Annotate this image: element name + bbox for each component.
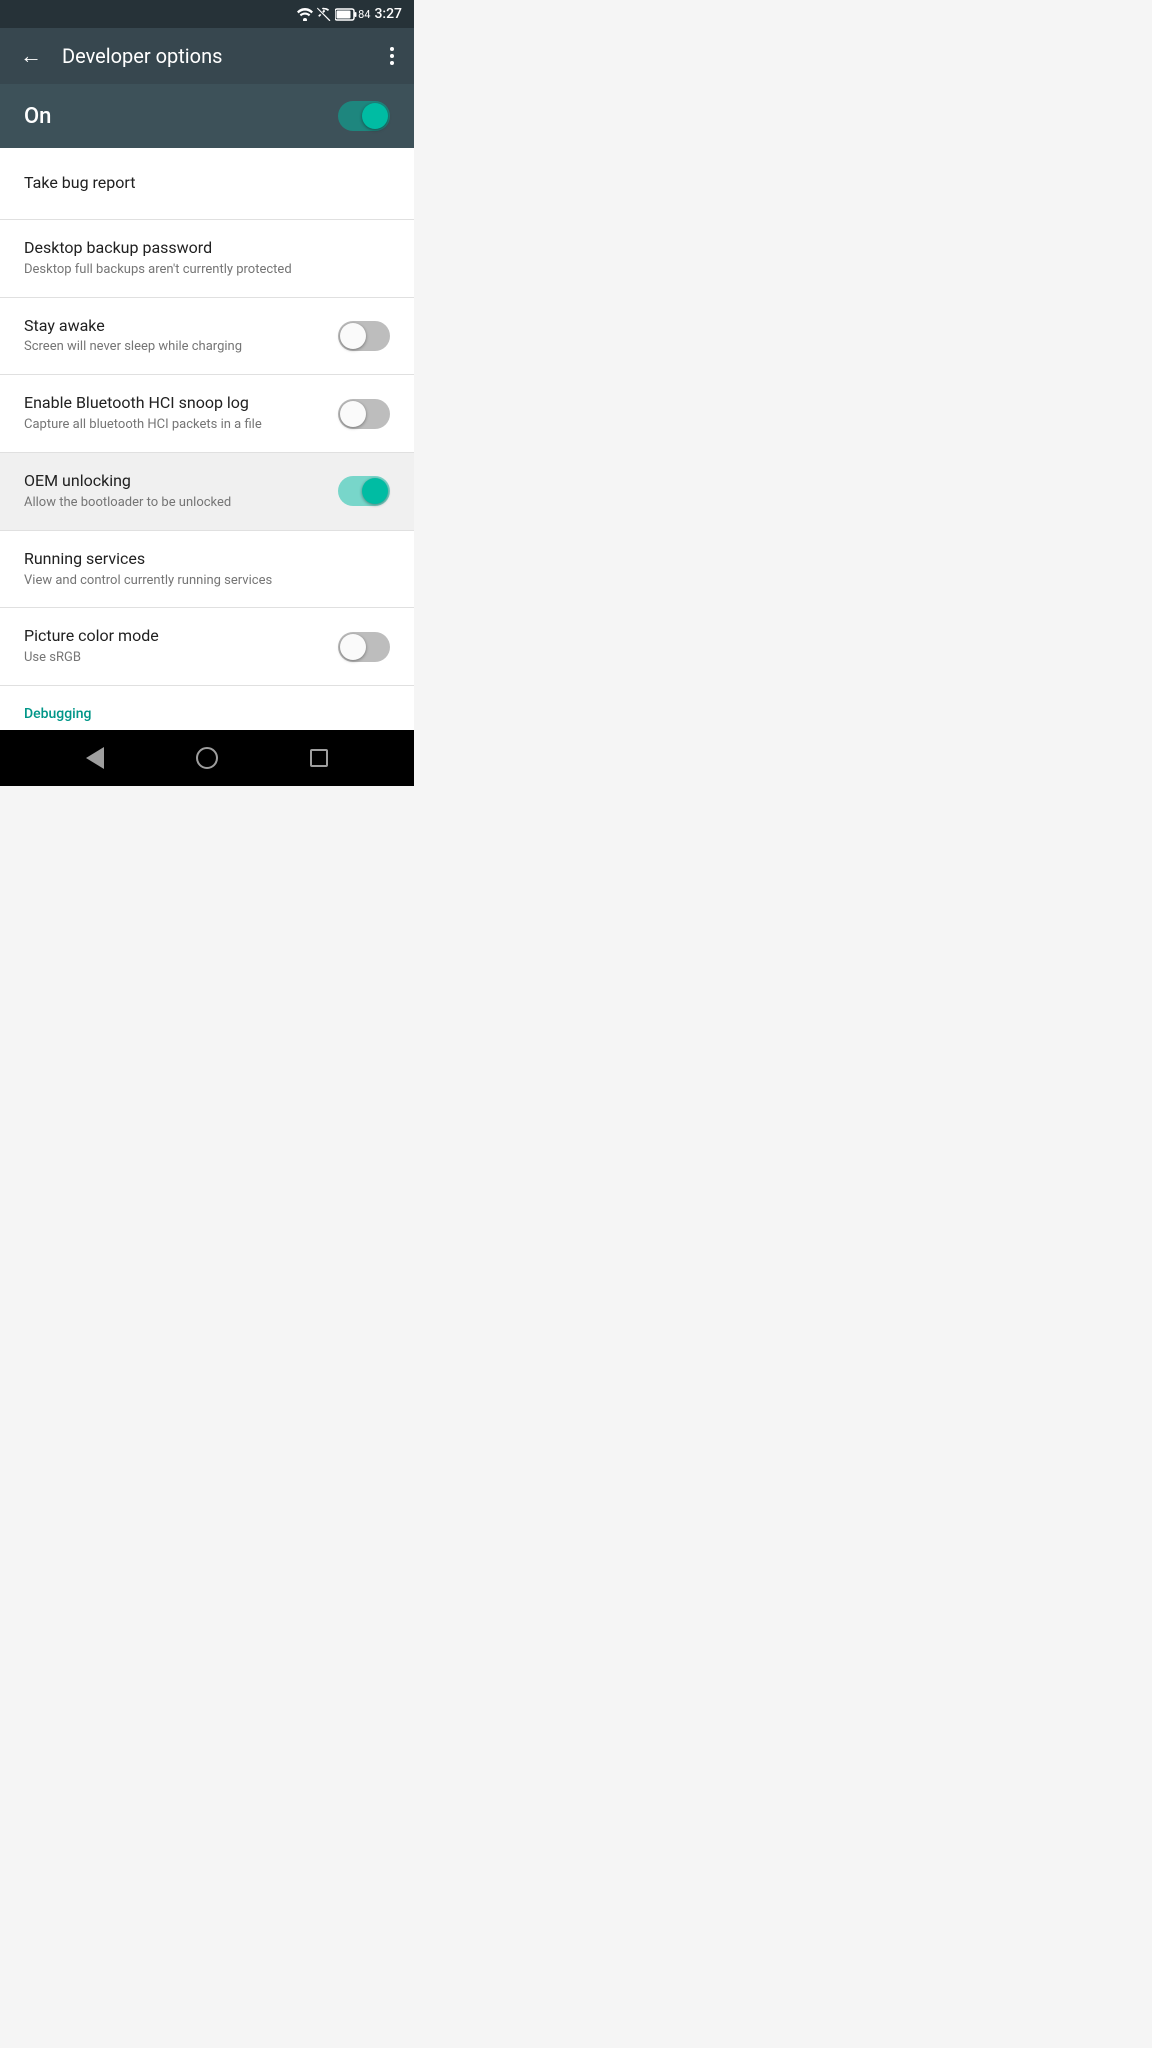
desktop-backup-password-title: Desktop backup password (24, 238, 374, 259)
running-services-row[interactable]: Running services View and control curren… (0, 531, 414, 609)
back-button[interactable]: ← (16, 39, 46, 73)
nav-recents-icon (310, 749, 328, 767)
menu-button[interactable] (386, 43, 398, 69)
status-time: 3:27 (374, 6, 402, 22)
status-icons: 84 3:27 (297, 6, 402, 22)
stay-awake-title: Stay awake (24, 316, 322, 337)
bluetooth-hci-title: Enable Bluetooth HCI snoop log (24, 393, 322, 414)
menu-dot (390, 54, 394, 58)
page-title: Developer options (62, 44, 370, 68)
running-services-subtitle: View and control currently running servi… (24, 573, 374, 590)
bluetooth-hci-row[interactable]: Enable Bluetooth HCI snoop log Capture a… (0, 375, 414, 453)
desktop-backup-password-row[interactable]: Desktop backup password Desktop full bac… (0, 220, 414, 298)
battery-icon: 84 (335, 8, 370, 21)
take-bug-report-title: Take bug report (24, 173, 374, 194)
menu-dot (390, 61, 394, 65)
debugging-section-header: Debugging (0, 686, 414, 730)
toggle-thumb (340, 323, 366, 349)
picture-color-mode-subtitle: Use sRGB (24, 650, 322, 667)
nav-home-icon (196, 747, 218, 769)
nav-home-button[interactable] (196, 747, 218, 769)
picture-color-mode-title: Picture color mode (24, 626, 322, 647)
nav-bar (0, 730, 414, 786)
on-label: On (24, 104, 51, 129)
stay-awake-subtitle: Screen will never sleep while charging (24, 339, 322, 356)
running-services-title: Running services (24, 549, 374, 570)
oem-unlocking-subtitle: Allow the bootloader to be unlocked (24, 495, 322, 512)
oem-unlocking-toggle[interactable] (338, 476, 390, 506)
developer-options-toggle[interactable] (338, 101, 390, 131)
oem-unlocking-row[interactable]: OEM unlocking Allow the bootloader to be… (0, 453, 414, 531)
picture-color-mode-toggle[interactable] (338, 632, 390, 662)
nav-recents-button[interactable] (310, 749, 328, 767)
wifi-icon (297, 7, 313, 21)
menu-dot (390, 47, 394, 51)
stay-awake-row[interactable]: Stay awake Screen will never sleep while… (0, 298, 414, 376)
toggle-thumb (340, 634, 366, 660)
settings-content: Take bug report Desktop backup password … (0, 148, 414, 730)
battery-percent: 84 (358, 8, 370, 21)
toggle-thumb (340, 401, 366, 427)
desktop-backup-password-subtitle: Desktop full backups aren't currently pr… (24, 262, 374, 279)
status-bar: 84 3:27 (0, 0, 414, 28)
picture-color-mode-row[interactable]: Picture color mode Use sRGB (0, 608, 414, 686)
toggle-thumb (362, 103, 388, 129)
bluetooth-hci-toggle[interactable] (338, 399, 390, 429)
take-bug-report-row[interactable]: Take bug report (0, 148, 414, 220)
nav-back-button[interactable] (86, 747, 104, 769)
toolbar: ← Developer options (0, 28, 414, 84)
stay-awake-toggle[interactable] (338, 321, 390, 351)
debugging-label: Debugging (24, 706, 390, 722)
oem-unlocking-title: OEM unlocking (24, 471, 322, 492)
signal-icon (317, 7, 331, 21)
nav-back-icon (86, 747, 104, 769)
developer-options-toggle-section: On (0, 84, 414, 148)
bluetooth-hci-subtitle: Capture all bluetooth HCI packets in a f… (24, 417, 322, 434)
